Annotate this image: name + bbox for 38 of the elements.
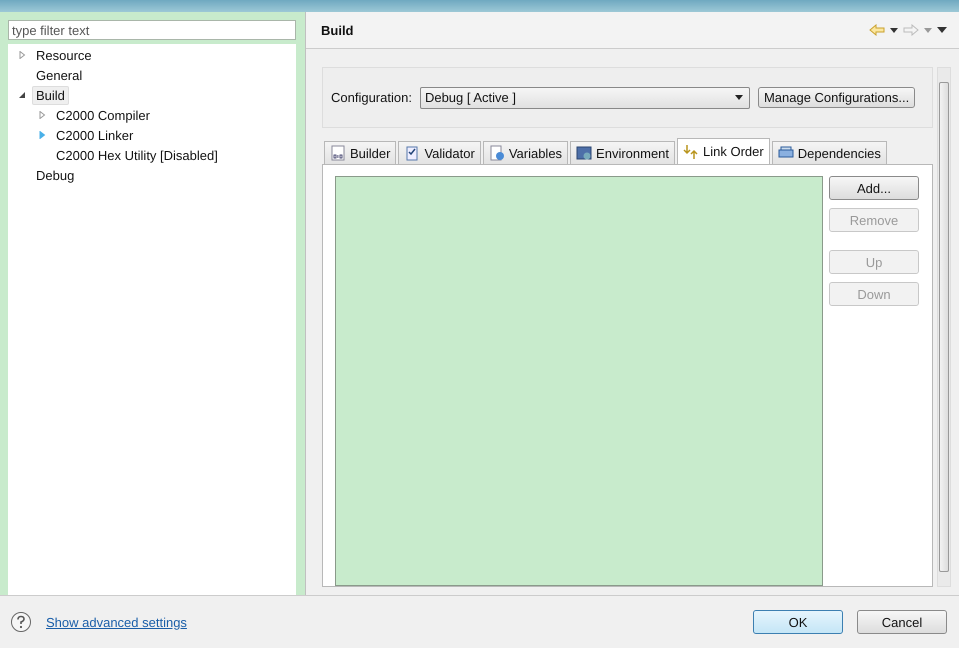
list-action-button[interactable]: Add... [829, 176, 919, 200]
tree-item[interactable]: C2000 Hex Utility [Disabled] [52, 146, 222, 164]
tab[interactable]: Dependencies [772, 141, 887, 164]
dropdown-caret-icon [734, 95, 743, 100]
tree-item[interactable]: C2000 Linker [52, 126, 138, 144]
clipboard-check-icon [404, 145, 420, 161]
configuration-dropdown[interactable]: Debug [ Active ] [420, 86, 750, 108]
tab[interactable]: Environment [570, 141, 676, 164]
help-icon[interactable] [10, 611, 32, 633]
forward-arrow-icon[interactable] [903, 24, 919, 36]
vertical-scrollbar[interactable] [937, 67, 951, 587]
expand-arrow-icon[interactable] [38, 131, 46, 139]
back-arrow-icon[interactable] [869, 24, 885, 36]
advanced-settings-link[interactable]: Show advanced settings [46, 614, 187, 630]
tab[interactable]: Builder [324, 141, 396, 164]
tree-item[interactable]: Debug [32, 166, 78, 184]
filter-field[interactable]: type filter text [8, 20, 296, 40]
tab[interactable]: Link Order [677, 138, 770, 164]
tab[interactable]: Variables [482, 141, 568, 164]
expand-arrow-icon[interactable] [38, 111, 46, 119]
dialog-button[interactable]: OK [753, 610, 843, 634]
expand-arrow-icon[interactable] [18, 51, 26, 59]
configuration-label: Configuration: [331, 90, 412, 105]
window-icon [576, 145, 592, 161]
page-title: Build [321, 22, 354, 38]
dropdown-caret-icon[interactable] [890, 28, 898, 32]
tree-item[interactable]: General [32, 66, 86, 84]
collapse-arrow-icon[interactable] [18, 91, 26, 99]
tree-item[interactable]: C2000 Compiler [52, 106, 154, 124]
manage-configurations-button[interactable]: Manage Configurations... [758, 87, 916, 108]
view-menu-icon[interactable] [937, 27, 947, 33]
arrows-icon [683, 144, 700, 160]
tree-item[interactable]: Resource [32, 46, 96, 64]
dialog-button[interactable]: Cancel [857, 610, 947, 634]
tree-item[interactable]: Build [32, 86, 69, 104]
document-icon [488, 145, 505, 161]
tab[interactable]: Validator [398, 141, 481, 164]
binary-file-icon [330, 145, 346, 161]
